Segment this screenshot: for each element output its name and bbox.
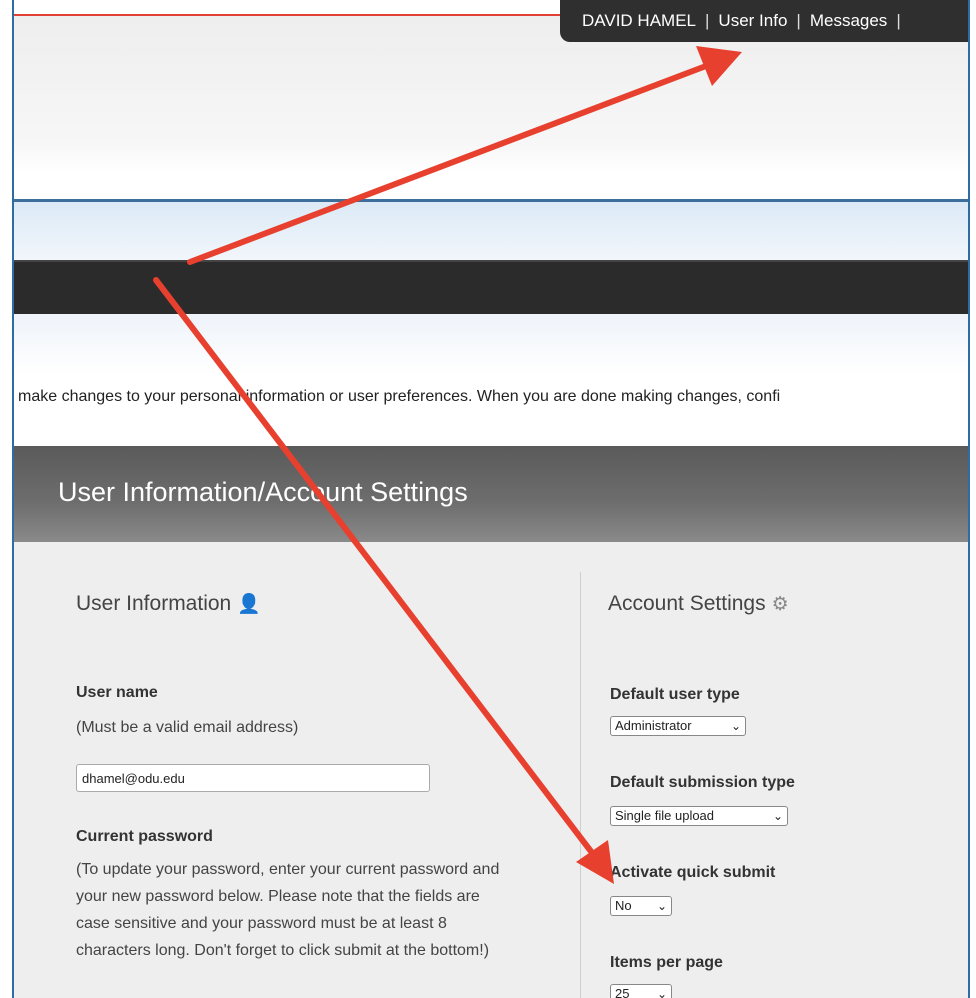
account-settings-heading-text: Account Settings: [608, 592, 766, 615]
chevron-down-icon: ⌄: [772, 809, 783, 823]
activate-quick-submit-label: Activate quick submit: [610, 864, 776, 881]
intro-text: make changes to your personal informatio…: [18, 388, 781, 405]
header-band: [14, 202, 968, 260]
column-divider: [580, 572, 581, 998]
username-input[interactable]: [76, 764, 430, 792]
activate-quick-submit-value: No: [615, 898, 632, 913]
default-submission-type-value: Single file upload: [615, 808, 715, 823]
username-note: (Must be a valid email address): [76, 719, 299, 736]
subnav-band: [14, 314, 968, 374]
items-per-page-select[interactable]: 25 ⌄: [610, 984, 672, 998]
topbar-separator: |: [705, 11, 710, 30]
user-information-heading: User Information 👤: [76, 592, 261, 616]
default-submission-type-label: Default submission type: [610, 774, 795, 791]
username-label: User name: [76, 684, 158, 701]
items-per-page-label: Items per page: [610, 954, 723, 971]
gear-icon: ⚙: [771, 594, 789, 615]
default-user-type-select[interactable]: Administrator ⌄: [610, 716, 746, 736]
chevron-down-icon: ⌄: [656, 987, 667, 998]
current-password-note: (To update your password, enter your cur…: [76, 861, 500, 959]
items-per-page-value: 25: [615, 986, 630, 998]
user-info-link[interactable]: User Info: [718, 11, 787, 30]
activate-quick-submit-select[interactable]: No ⌄: [610, 896, 672, 916]
user-top-bar: DAVID HAMEL | User Info | Messages |: [560, 0, 968, 42]
page-header: [14, 16, 968, 200]
main-nav-bar: [14, 260, 968, 314]
browser-frame: make changes to your personal informatio…: [12, 0, 970, 998]
user-icon: 👤: [237, 594, 261, 615]
user-information-heading-text: User Information: [76, 592, 232, 615]
topbar-separator: |: [796, 11, 801, 30]
user-name-link[interactable]: DAVID HAMEL: [582, 11, 696, 30]
section-title: User Information/Account Settings: [14, 446, 968, 542]
chevron-down-icon: ⌄: [656, 899, 667, 913]
default-submission-type-select[interactable]: Single file upload ⌄: [610, 806, 788, 826]
default-user-type-value: Administrator: [615, 718, 692, 733]
default-user-type-label: Default user type: [610, 686, 740, 703]
header-accent-line: [14, 14, 574, 16]
messages-link[interactable]: Messages: [810, 11, 887, 30]
account-settings-heading: Account Settings ⚙: [608, 592, 789, 616]
current-password-label: Current password: [76, 828, 213, 845]
topbar-separator: |: [896, 11, 901, 30]
chevron-down-icon: ⌄: [730, 719, 741, 733]
